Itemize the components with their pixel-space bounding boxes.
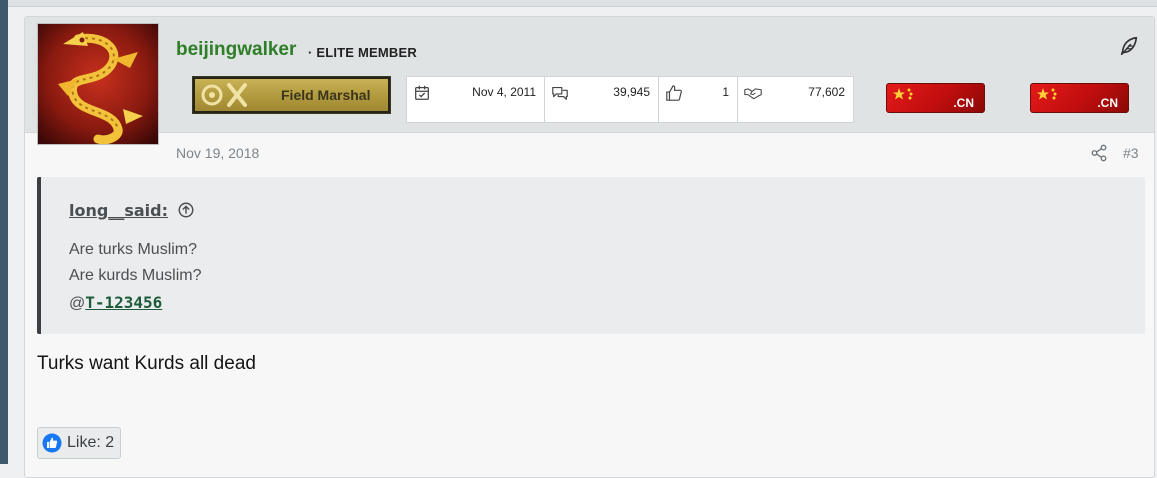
stat-joined: Nov 4, 2011 [406, 76, 545, 123]
forum-post: beijingwalker · ELITE MEMBER Field Marsh… [24, 16, 1155, 478]
page-left-strip [0, 0, 8, 464]
post-date[interactable]: Nov 19, 2018 [176, 145, 259, 161]
post-body-text: Turks want Kurds all dead [37, 353, 256, 374]
rank-insignia-icon [201, 83, 247, 107]
previous-post-edge [8, 0, 1157, 7]
post-header: beijingwalker · ELITE MEMBER Field Marsh… [25, 17, 1154, 145]
stat-messages: 39,945 [544, 76, 659, 123]
quote-text-line: Are turks Muslim? [69, 241, 198, 258]
country-flag-badge: .CN [1030, 83, 1129, 113]
country-flag-badge: .CN [886, 83, 985, 113]
like-button[interactable]: Like: 2 [37, 427, 122, 459]
stat-reactions-value: 1 [722, 85, 729, 99]
rank-label: Field Marshal [281, 87, 371, 103]
share-icon[interactable] [1090, 144, 1108, 162]
avatar[interactable] [37, 23, 159, 145]
quote-text-line: Are kurds Muslim? [69, 267, 202, 284]
dragon-avatar-image [38, 24, 158, 144]
arrow-up-circle-icon[interactable] [177, 201, 195, 219]
user-mention-link[interactable]: T-123456 [85, 293, 162, 312]
like-count-label: Like: 2 [67, 434, 115, 451]
quote-author-link[interactable]: long__said: [69, 201, 168, 220]
mention-prefix: @ [69, 295, 86, 312]
comments-icon [552, 87, 568, 100]
stat-messages-value: 39,945 [613, 85, 650, 99]
stat-reactions: 1 [658, 76, 738, 123]
star-icon [893, 88, 913, 100]
quote-mention-line: @T-123456 [69, 293, 162, 313]
like-icon [42, 433, 62, 453]
flag-label: .CN [1097, 96, 1118, 110]
calendar-check-icon [415, 85, 429, 100]
post-number-link[interactable]: #3 [1123, 145, 1139, 161]
star-icon [1037, 88, 1057, 100]
flag-label: .CN [953, 96, 974, 110]
stat-points-value: 77,602 [808, 85, 845, 99]
feather-icon [1120, 36, 1138, 56]
rank-banner: Field Marshal [192, 76, 391, 114]
handshake-icon [744, 88, 762, 100]
thumbs-up-icon [666, 85, 682, 101]
username-link[interactable]: beijingwalker [176, 39, 296, 61]
user-title: · ELITE MEMBER [308, 45, 417, 60]
stat-joined-value: Nov 4, 2011 [472, 85, 536, 99]
stat-points: 77,602 [737, 76, 854, 123]
quote-block: long__said: Are turks Muslim? Are kurds … [37, 177, 1145, 334]
